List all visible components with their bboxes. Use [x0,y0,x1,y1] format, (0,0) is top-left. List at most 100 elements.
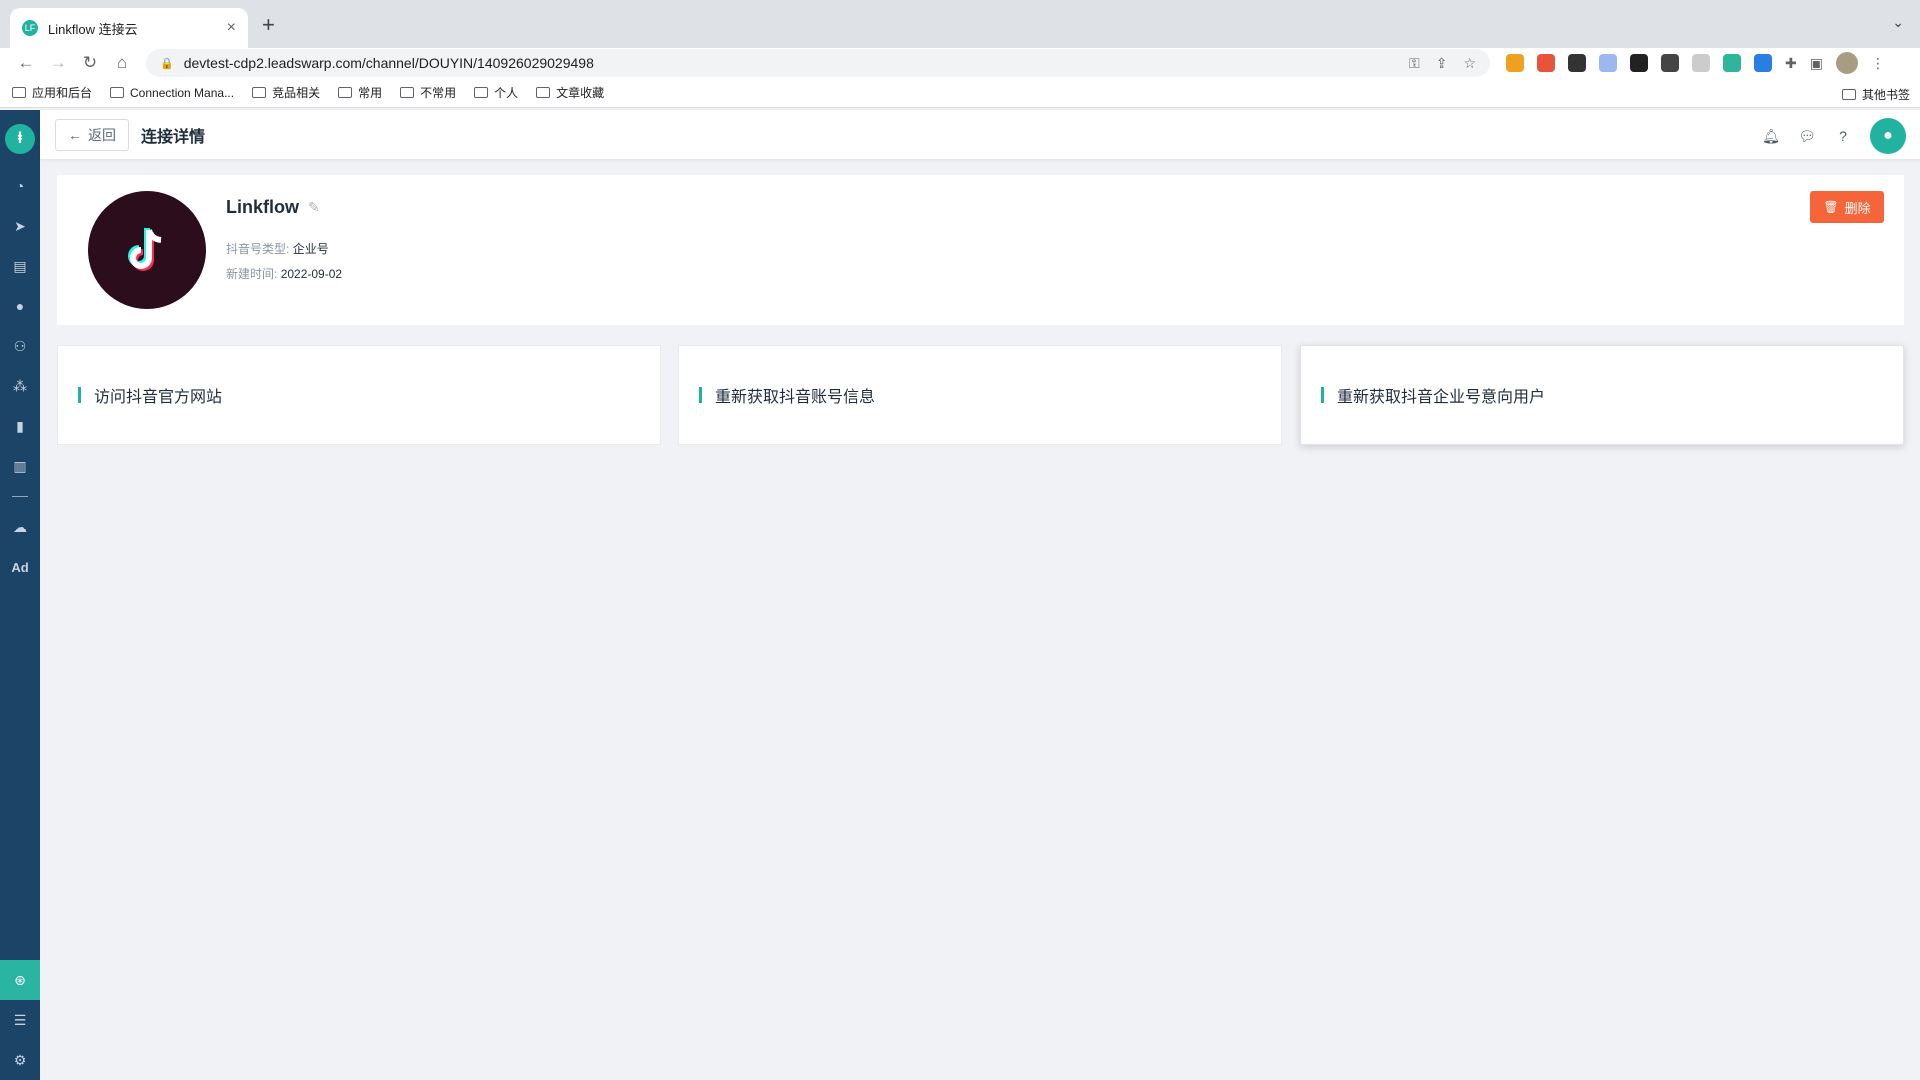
account-name: Linkflow [226,197,299,217]
bookmark-star-icon[interactable]: ☆ [1463,55,1476,72]
extension-icon[interactable] [1568,54,1586,72]
browser-tab[interactable]: LF Linkflow 连接云 × [10,8,248,48]
folder-icon [1841,89,1856,100]
send-icon[interactable]: ➤ [0,206,40,246]
tab-close-icon[interactable]: × [227,19,236,37]
share-icon[interactable]: ⇪ [1436,55,1448,72]
account-type-value: 企业号 [292,242,329,256]
extension-icon[interactable] [1723,54,1741,72]
back-button[interactable]: ← 返回 [55,118,129,151]
sidepanel-icon[interactable]: ▣ [1810,55,1823,72]
accent-bar [699,387,702,403]
omnibox[interactable]: 🔒 devtest-cdp2.leadswarp.com/channel/DOU… [146,49,1490,77]
account-card: Linkflow ✎ 抖音号类型: 企业号 新建时间: 2022-09-02 🗑… [57,175,1904,325]
menu-icon[interactable]: ⋮ [1871,55,1885,72]
users-icon[interactable]: ⚇ [0,326,40,366]
bookmark-folder[interactable]: 个人 [474,84,518,101]
puzzle-icon[interactable]: ✚ [1785,55,1797,72]
other-bookmarks[interactable]: 其他书签 [1841,86,1910,103]
delete-label: 删除 [1844,200,1871,216]
page-header: ← 返回 连接详情 🔔︎ 💬︎ ? ● [40,110,1920,159]
table-icon[interactable]: ▤ [0,246,40,286]
back-label: 返回 [88,126,116,143]
lock-icon[interactable]: 🔒 [160,57,174,70]
tab-title: Linkflow 连接云 [48,21,138,37]
bookmark-folder[interactable]: 文章收藏 [536,84,604,101]
extension-icon[interactable] [1537,54,1555,72]
delete-button[interactable]: 🗑︎ 删除 [1810,191,1884,223]
created-time-value: 2022-09-02 [280,267,343,281]
action-card-refresh-leads[interactable]: 重新获取抖音企业号意向用户 [1300,345,1904,445]
group-icon[interactable]: ⁂ [0,366,40,406]
tiktok-logo-icon [88,191,206,309]
user-icon[interactable]: ● [0,286,40,326]
extension-icon[interactable] [1630,54,1648,72]
back-arrow-icon[interactable]: ← [10,53,42,73]
action-label: 重新获取抖音企业号意向用户 [1337,389,1546,406]
extension-icon[interactable] [1506,54,1524,72]
bookmark-label: 其他书签 [1861,88,1910,102]
extension-icon[interactable] [1661,54,1679,72]
bookmark-label: 应用和后台 [32,86,93,100]
url-text[interactable]: devtest-cdp2.leadswarp.com/channel/DOUYI… [184,55,1409,71]
home-icon[interactable]: ⌂ [106,53,138,73]
server-icon[interactable]: ☰ [0,1000,40,1040]
app-root: ⱡ ◔ ➤ ▤ ● ⚇ ⁂ ▮ ▥ ☁ Ad ⊛ ☰ ⚙ ← 返回 连接详情 🔔… [0,110,1920,1080]
action-card-visit-site[interactable]: 访问抖音官方网站 [57,345,661,445]
action-card-refresh-account[interactable]: 重新获取抖音账号信息 [678,345,1282,445]
profile-avatar[interactable] [1835,52,1858,74]
linkflow-logo-icon[interactable]: ⱡ [5,124,35,154]
bookmark-icon[interactable]: ▮ [0,406,40,446]
connection-icon[interactable]: ⊛ [0,960,40,1000]
folder-icon [474,87,489,98]
edit-pencil-icon[interactable]: ✎ [308,199,320,216]
trash-icon: 🗑︎ [1823,200,1839,214]
accent-bar [1321,387,1324,403]
wechat-icon[interactable]: ☁ [0,507,40,547]
bookmark-label: Connection Mana... [130,85,235,100]
help-icon[interactable]: ? [1834,127,1852,145]
settings-gear-icon[interactable]: ⚙ [0,1040,40,1080]
new-tab-button[interactable]: + [262,12,275,38]
bookmark-folder[interactable]: 竞品相关 [252,84,320,101]
created-time: 新建时间: 2022-09-02 [226,265,342,282]
folder-icon [110,87,125,98]
user-avatar[interactable]: ● [1870,118,1906,154]
action-label: 重新获取抖音账号信息 [715,389,876,406]
arrow-left-icon: ← [68,126,82,143]
bookmark-folder[interactable]: 应用和后台 [12,84,92,101]
bookmark-label: 不常用 [420,86,457,100]
bar-chart-icon[interactable]: ▥ [0,446,40,486]
extension-icon[interactable] [1692,54,1710,72]
dashboard-icon[interactable]: ◔ [0,166,40,206]
folder-icon [12,87,26,98]
action-label: 访问抖音官方网站 [94,389,223,406]
folder-icon [252,87,267,98]
key-icon[interactable]: ⚿ [1409,55,1420,72]
extension-icon[interactable] [1599,54,1617,72]
bell-icon[interactable]: 🔔︎ [1762,127,1780,145]
ad-icon[interactable]: Ad [0,547,40,587]
sidebar-divider [12,496,28,497]
message-icon[interactable]: 💬︎ [1798,127,1816,145]
extension-icon[interactable] [1754,54,1772,72]
page-title: 连接详情 [141,128,206,146]
address-bar-row: ← → ↻ ⌂ 🔒 devtest-cdp2.leadswarp.com/cha… [0,48,1920,78]
header-actions: 🔔︎ 💬︎ ? ● [1762,118,1906,154]
forward-arrow-icon[interactable]: → [42,53,74,73]
tab-search-chevron-icon[interactable]: ⌄ [1892,14,1904,31]
folder-icon [338,87,353,98]
bookmark-label: 个人 [494,86,519,100]
browser-tabbar: LF Linkflow 连接云 × + ⌄ [0,0,1920,48]
bookmark-folder[interactable]: 不常用 [400,84,456,101]
sidebar-bottom: ⊛ ☰ ⚙ [0,960,40,1080]
account-type: 抖音号类型: 企业号 [226,240,329,257]
bookmark-label: 文章收藏 [556,86,605,100]
bookmark-folder[interactable]: Connection Mana... [110,86,234,100]
folder-icon [400,87,415,98]
folder-icon [536,87,551,98]
sidebar: ⱡ ◔ ➤ ▤ ● ⚇ ⁂ ▮ ▥ ☁ Ad ⊛ ☰ ⚙ [0,110,40,1080]
bookmark-label: 竞品相关 [272,86,321,100]
bookmark-folder[interactable]: 常用 [338,84,382,101]
reload-icon[interactable]: ↻ [74,53,106,73]
